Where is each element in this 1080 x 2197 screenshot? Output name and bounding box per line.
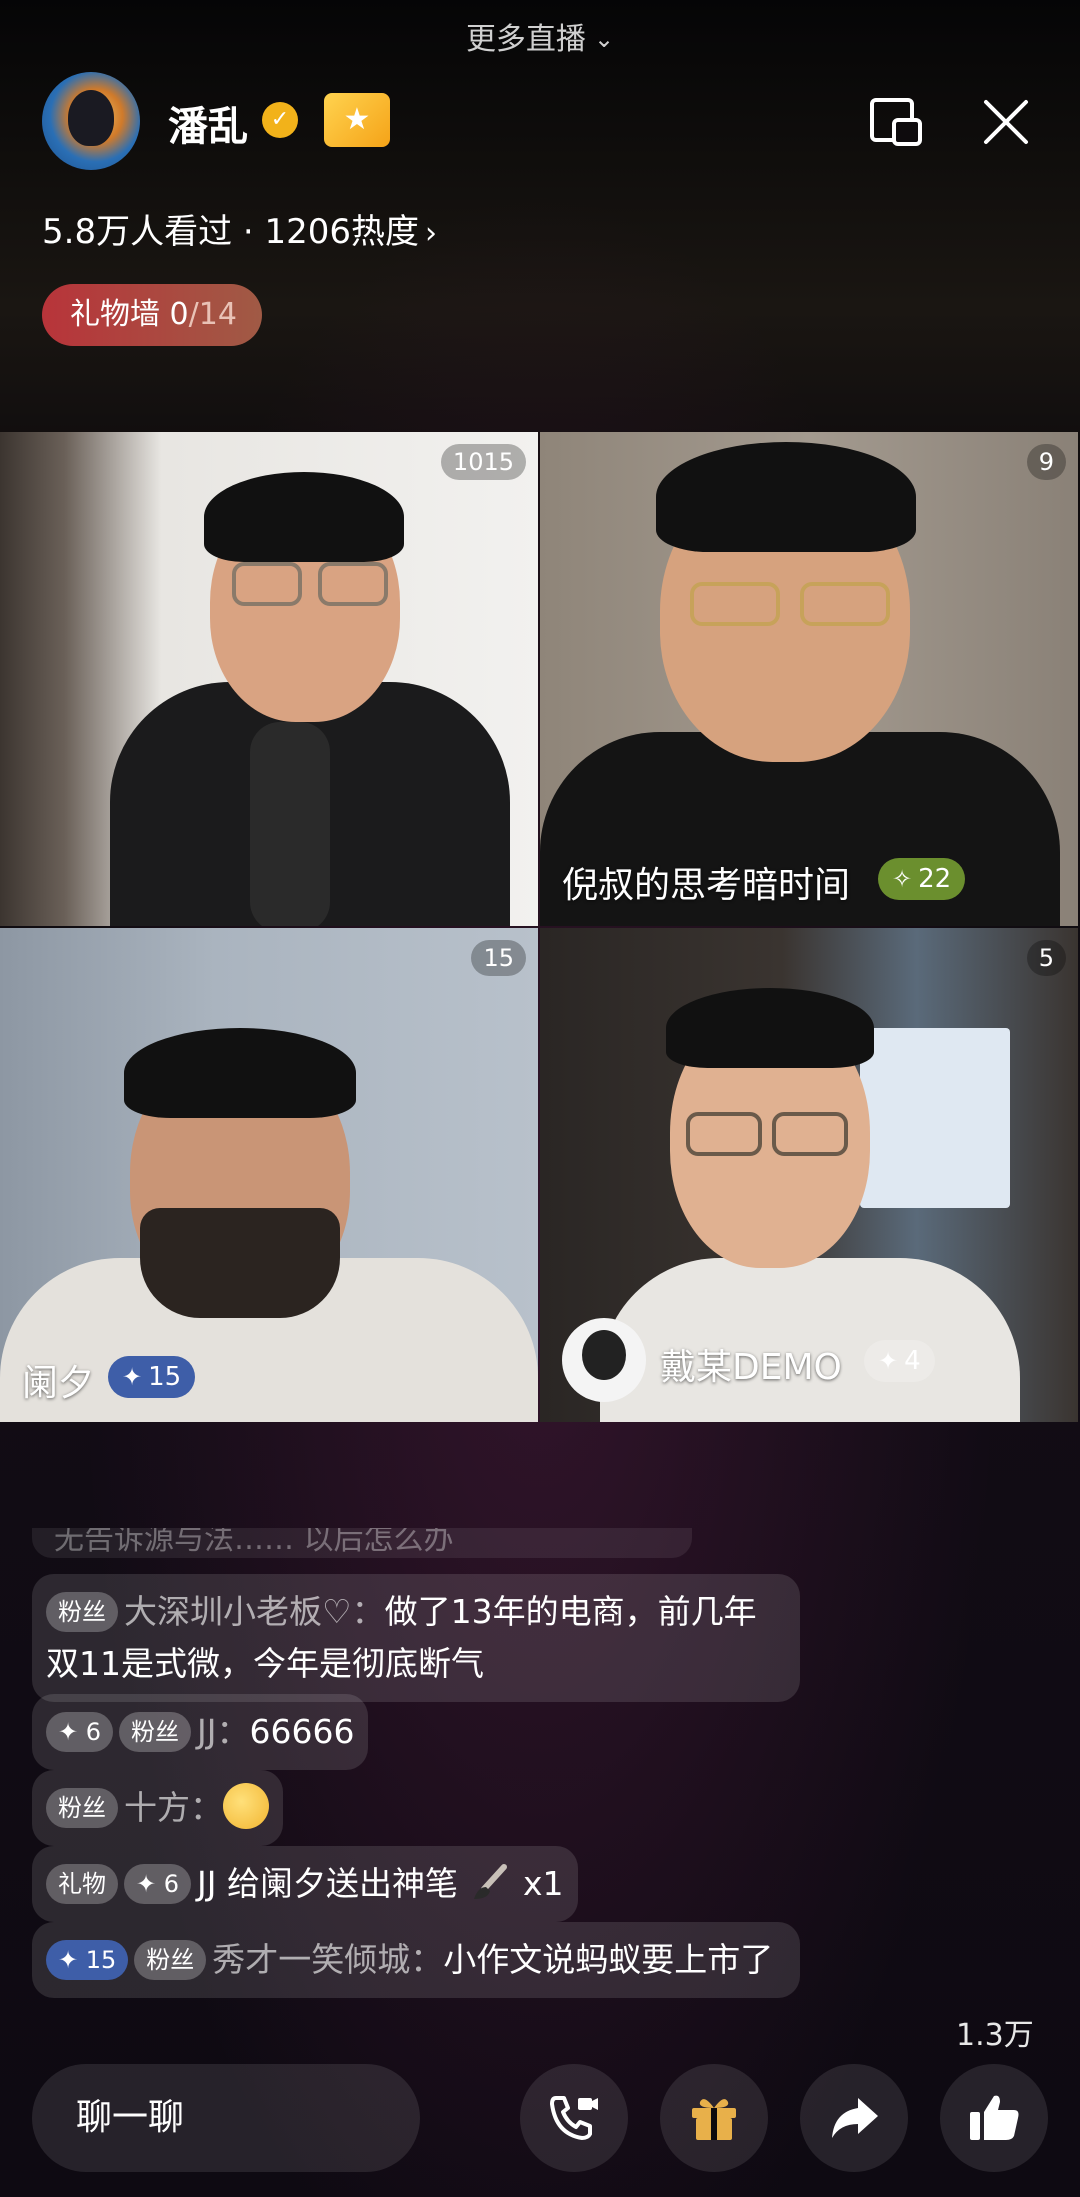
guest-name: 阑夕 [22,1363,95,1404]
chat-message[interactable]: 礼物 ✦ 6 JJ 给阑夕送出神笔 x1 [32,1846,578,1922]
guest-avatar[interactable] [562,1318,646,1402]
chat-text: 66666 [249,1712,355,1751]
guest-badge: ✦ 15 [108,1356,196,1398]
tile-count: 1015 [440,444,526,480]
live-stats-text: 5.8万人看过 · 1206热度 [42,212,420,252]
gift-wall-total: /14 [188,297,237,332]
host-avatar[interactable] [42,72,140,170]
chat-colon: ： [216,1712,250,1751]
gift-wall-button[interactable]: 礼物墙 0/14 [42,284,262,346]
chat-input[interactable]: 聊一聊 [32,2064,420,2172]
guest-tile-4[interactable]: 5 戴某DEMO ✦ 4 [540,928,1078,1422]
guest-badge-count: 22 [918,864,952,894]
chat-text: JJ 给阑夕送出神笔 [197,1864,458,1903]
gift-button[interactable] [660,2064,768,2172]
sparkle-icon: ✦ [122,1363,143,1391]
chat-faded-text: 无告诉源与法…… 以后怎么办 [54,1528,454,1557]
more-live-button[interactable]: 更多直播 ⌄ [0,14,1080,58]
level-star-icon[interactable]: ★ [324,93,390,147]
chat-colon: ： [410,1940,444,1979]
chat-colon: ： [351,1592,385,1631]
level-tag: ✦ 15 [46,1940,129,1980]
tile-count: 15 [471,940,526,976]
guest-tile-3[interactable]: 15 阑夕 ✦ 15 [0,928,538,1422]
fan-tag: 粉丝 [46,1592,118,1632]
picture-in-picture-icon[interactable] [868,94,924,150]
guest-badge: ✧ 22 [878,858,966,900]
guest-name: 倪叔的思考暗时间 [562,865,851,906]
host-name[interactable]: 潘乱 [168,94,248,152]
chat-username[interactable]: 大深圳小老板♡ [124,1592,352,1631]
gift-quantity: x1 [522,1864,564,1903]
guest-badge-count: 15 [148,1362,182,1392]
sparkle-icon: ✦ [878,1347,899,1375]
gift-tag: 礼物 [46,1864,118,1904]
tile-count: 9 [1026,444,1066,480]
share-button[interactable] [800,2064,908,2172]
verified-icon: ✓ [262,102,298,138]
chevron-right-icon: › [425,216,438,251]
chat-message[interactable]: ✦ 6 粉丝 JJ：66666 [32,1694,369,1770]
gift-wall-label: 礼物墙 0 [70,297,189,332]
like-button[interactable] [940,2064,1048,2172]
guest-badge-count: 4 [904,1346,921,1376]
chat-message[interactable]: ✦ 15 粉丝 秀才一笑倾城：小作文说蚂蚁要上市了 [32,1922,800,1998]
sparkle-icon: ✧ [892,865,913,893]
chat-message-faded: 无告诉源与法…… 以后怎么办 [32,1528,692,1558]
thumbs-up-icon [970,2095,1019,2140]
fan-tag: 粉丝 [119,1712,192,1752]
thinking-emoji-icon [223,1783,269,1829]
chat-message[interactable]: 粉丝 十方： [32,1770,283,1846]
chat-username[interactable]: JJ [197,1712,216,1751]
chevron-down-icon: ⌄ [593,25,615,53]
guest-name: 戴某DEMO [660,1347,842,1388]
chat-username[interactable]: 十方 [124,1788,190,1827]
chat-message[interactable]: 粉丝 大深圳小老板♡：做了13年的电商，前几年双11是式微，今年是彻底断气 [32,1574,800,1702]
likes-count: 1.3万 [956,2018,1034,2053]
share-icon [832,2098,878,2138]
guest-tile-1[interactable]: 1015 [0,432,538,926]
chat-username[interactable]: 秀才一笑倾城 [212,1940,410,1979]
level-tag: ✦ 6 [46,1712,114,1752]
guest-tile-2[interactable]: 9 倪叔的思考暗时间 ✧ 22 [540,432,1078,926]
brush-gift-icon [474,1864,508,1899]
gift-icon [692,2099,736,2140]
level-tag: ✦ 6 [124,1864,192,1904]
fan-tag: 粉丝 [46,1788,118,1828]
live-stats[interactable]: 5.8万人看过 · 1206热度 › [42,204,437,253]
chat-colon: ： [190,1788,223,1827]
more-live-label: 更多直播 [465,22,586,57]
tile-count: 5 [1026,940,1066,976]
guest-badge: ✦ 4 [864,1340,935,1382]
close-icon[interactable] [978,94,1034,150]
video-call-button[interactable] [520,2064,628,2172]
chat-text: 小作文说蚂蚁要上市了 [443,1940,774,1979]
video-call-icon [550,2096,598,2140]
fan-tag: 粉丝 [134,1940,207,1980]
